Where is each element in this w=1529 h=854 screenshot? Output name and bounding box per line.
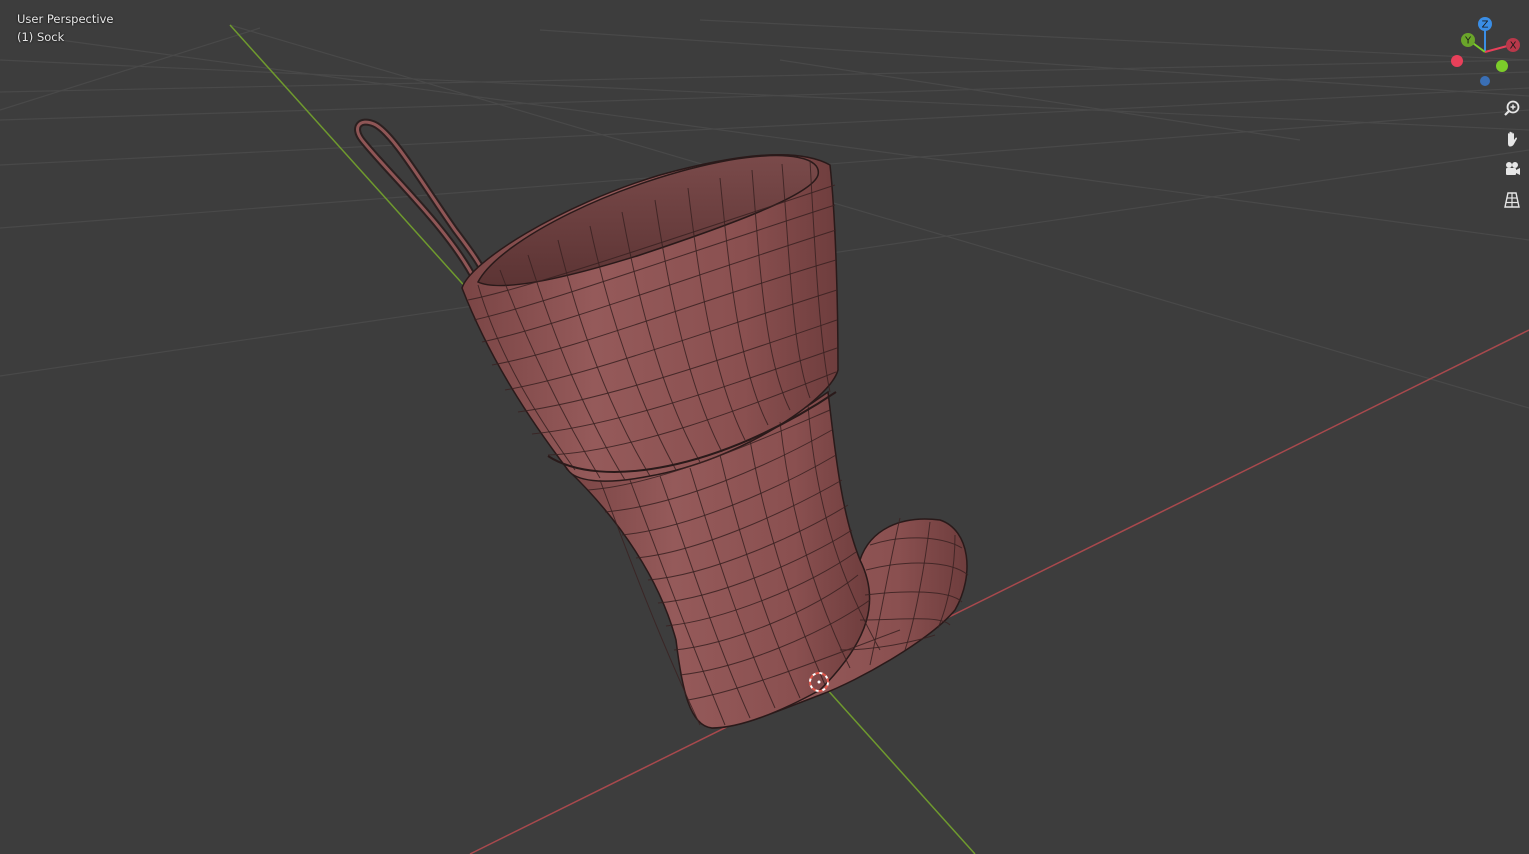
camera-icon	[1506, 162, 1520, 175]
zoom-in-icon	[1504, 100, 1520, 116]
view-name-label: User Perspective	[17, 12, 114, 26]
neg-x-axis-dot	[1451, 55, 1463, 67]
scene-canvas[interactable]	[0, 0, 1529, 854]
navigation-gizmo[interactable]: Z Y X	[1444, 12, 1528, 96]
camera-view-button[interactable]	[1499, 156, 1525, 182]
neg-z-axis-dot	[1480, 76, 1490, 86]
z-axis-label: Z	[1482, 20, 1489, 31]
zoom-button[interactable]	[1499, 95, 1525, 121]
pan-button[interactable]	[1499, 126, 1525, 152]
3d-viewport[interactable]: User Perspective (1) Sock Z Y X	[0, 0, 1529, 854]
perspective-toggle-button[interactable]	[1499, 187, 1525, 213]
object-name-label: (1) Sock	[17, 30, 65, 44]
hand-icon	[1508, 131, 1518, 147]
grid-perspective-icon	[1504, 192, 1520, 208]
sock-mesh[interactable]	[354, 118, 969, 729]
x-axis-label: X	[1510, 41, 1517, 52]
y-axis-label: Y	[1464, 36, 1472, 47]
axis-lines	[229, 24, 1529, 854]
neg-y-axis-dot	[1496, 60, 1508, 72]
